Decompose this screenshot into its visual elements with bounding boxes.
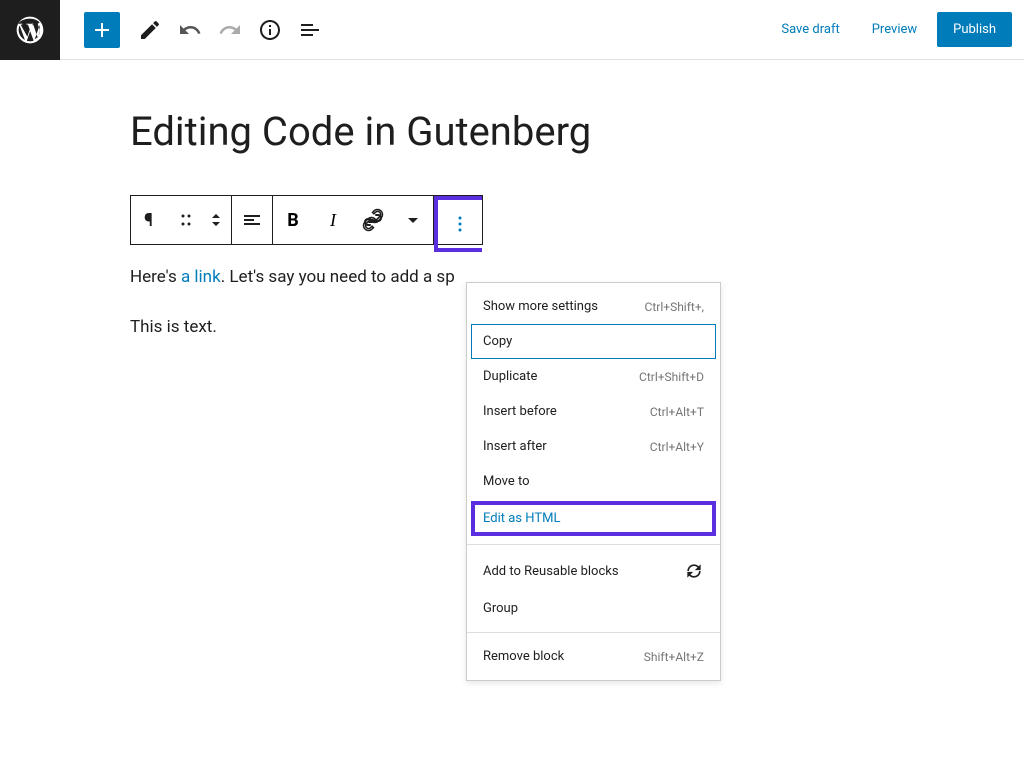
menu-insert-after[interactable]: Insert after Ctrl+Alt+Y [467,429,720,464]
undo-icon [178,18,202,42]
drag-icon [174,208,198,232]
block-type-button[interactable]: ¶ [131,196,171,244]
wordpress-logo[interactable] [0,0,60,60]
publish-button[interactable]: Publish [937,12,1012,47]
preview-link[interactable]: Preview [860,14,929,45]
topbar-right: Save draft Preview Publish [769,12,1012,47]
menu-copy[interactable]: Copy [471,324,716,359]
link-icon [361,208,385,232]
plus-icon [90,18,114,42]
chevron-down-icon [401,208,425,232]
bold-button[interactable]: B [273,196,313,244]
post-title[interactable]: Editing Code in Gutenberg [130,108,894,155]
paragraph-link[interactable]: a link [181,267,221,287]
align-button[interactable] [232,196,272,244]
undo-button[interactable] [172,12,208,48]
info-icon [258,18,282,42]
menu-insert-before[interactable]: Insert before Ctrl+Alt+T [467,394,720,429]
drag-handle[interactable] [171,196,201,244]
save-draft-link[interactable]: Save draft [769,14,851,45]
menu-group[interactable]: Group [467,591,720,626]
menu-remove-block[interactable]: Remove block Shift+Alt+Z [467,639,720,674]
menu-add-reusable[interactable]: Add to Reusable blocks [467,551,720,591]
chevron-updown-icon [204,208,228,232]
menu-move-to[interactable]: Move to [467,464,720,499]
info-button[interactable] [252,12,288,48]
more-vertical-icon [448,212,472,236]
top-toolbar: Save draft Preview Publish [0,0,1024,60]
link-button[interactable] [353,196,393,244]
more-options-button[interactable] [438,200,482,248]
tools-button[interactable] [132,12,168,48]
menu-show-more-settings[interactable]: Show more settings Ctrl+Shift+, [467,289,720,324]
paragraph-icon: ¶ [139,208,163,232]
block-options-menu: Show more settings Ctrl+Shift+, Copy Dup… [466,282,721,681]
more-format-button[interactable] [393,196,433,244]
add-block-button[interactable] [84,12,120,48]
menu-duplicate[interactable]: Duplicate Ctrl+Shift+D [467,359,720,394]
align-left-icon [240,208,264,232]
svg-text:¶: ¶ [144,210,153,231]
move-updown-button[interactable] [201,196,231,244]
pencil-icon [138,18,162,42]
refresh-icon [684,561,704,581]
block-toolbar: ¶ B I [130,195,483,245]
list-view-icon [298,18,322,42]
outline-button[interactable] [292,12,328,48]
redo-icon [218,18,242,42]
redo-button[interactable] [212,12,248,48]
wordpress-icon [14,14,46,46]
italic-button[interactable]: I [313,196,353,244]
menu-edit-as-html[interactable]: Edit as HTML [475,505,712,532]
